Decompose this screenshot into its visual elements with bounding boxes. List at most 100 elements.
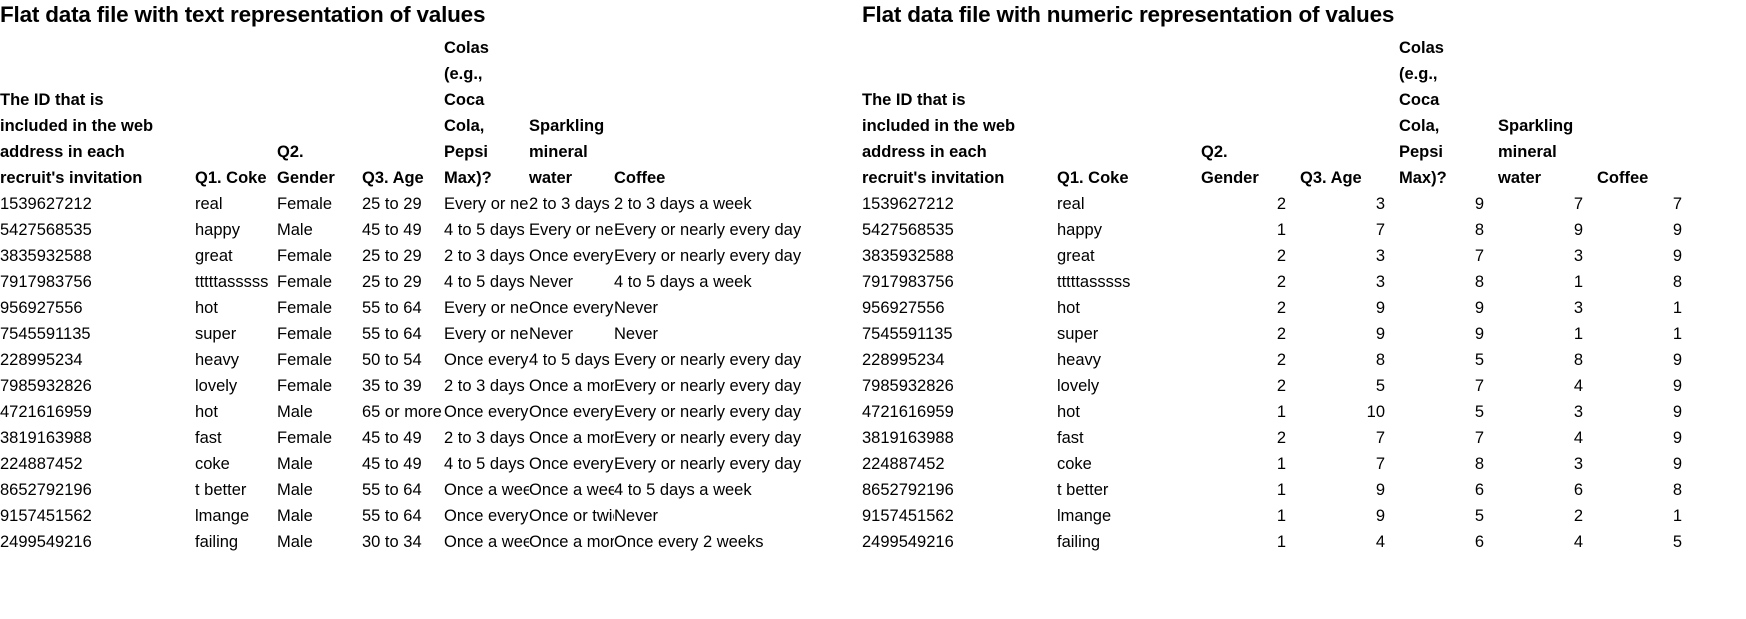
table-cell[interactable]: Once every 2 weeks [529, 295, 614, 321]
table-cell[interactable]: Every or nearly every day [614, 399, 872, 425]
table-cell[interactable]: 9 [1597, 399, 1696, 425]
table-cell[interactable]: 4 to 5 days a week [614, 477, 872, 503]
table-cell[interactable]: real [195, 191, 277, 217]
table-cell[interactable]: 8 [1300, 347, 1399, 373]
table-cell[interactable]: 7 [1399, 373, 1498, 399]
table-cell[interactable]: 8652792196 [0, 477, 195, 503]
table-row[interactable]: 3835932588 great Female 25 to 29 2 to 3 days… [0, 243, 872, 269]
table-cell[interactable]: 2499549216 [862, 529, 1057, 555]
table-row[interactable]: 7545591135 super 2 9 9 1 1 [862, 321, 1696, 347]
table-cell[interactable]: super [195, 321, 277, 347]
table-cell[interactable]: 3 [1498, 295, 1597, 321]
table-cell[interactable]: 9 [1597, 373, 1696, 399]
table-cell[interactable]: great [1057, 243, 1201, 269]
table-cell[interactable]: 6 [1399, 477, 1498, 503]
table-cell[interactable]: 224887452 [862, 451, 1057, 477]
table-cell[interactable]: 9 [1498, 217, 1597, 243]
table-cell[interactable]: 1 [1201, 451, 1300, 477]
table-cell[interactable]: 6 [1498, 477, 1597, 503]
table-cell[interactable]: 9 [1300, 321, 1399, 347]
table-cell[interactable]: Never [614, 321, 872, 347]
table-cell[interactable]: 2 [1201, 425, 1300, 451]
table-cell[interactable]: Once a month [529, 373, 614, 399]
table-cell[interactable]: Every or nearly every day [444, 191, 529, 217]
table-cell[interactable]: 2 to 3 days a week [614, 191, 872, 217]
table-cell[interactable]: 4 to 5 days a week [444, 217, 529, 243]
table-cell[interactable]: 2499549216 [0, 529, 195, 555]
table-cell[interactable]: 2 to 3 days a week [444, 373, 529, 399]
table-cell[interactable]: Every or nearly every day [614, 217, 872, 243]
table-cell[interactable]: 2 [1201, 347, 1300, 373]
table-cell[interactable]: 3835932588 [862, 243, 1057, 269]
table-cell[interactable]: 1 [1498, 321, 1597, 347]
table-cell[interactable]: lovely [1057, 373, 1201, 399]
table-row[interactable]: 8652792196 t better 1 9 6 6 8 [862, 477, 1696, 503]
table-cell[interactable]: 7 [1399, 425, 1498, 451]
table-cell[interactable]: 956927556 [862, 295, 1057, 321]
table-cell[interactable]: 3 [1300, 243, 1399, 269]
table-cell[interactable]: 9157451562 [862, 503, 1057, 529]
table-cell[interactable]: 5 [1399, 399, 1498, 425]
table-cell[interactable]: 25 to 29 [362, 191, 444, 217]
table-cell[interactable]: 4 to 5 days a week [529, 347, 614, 373]
table-cell[interactable]: 9 [1597, 217, 1696, 243]
table-cell[interactable]: 1 [1597, 321, 1696, 347]
table-cell[interactable]: 228995234 [862, 347, 1057, 373]
table-row[interactable]: 956927556 hot 2 9 9 3 1 [862, 295, 1696, 321]
table-row[interactable]: 7917983756 tttttasssss Female 25 to 29 4 to … [0, 269, 872, 295]
table-cell[interactable]: Female [277, 295, 362, 321]
table-cell[interactable]: 45 to 49 [362, 217, 444, 243]
table-cell[interactable]: 7 [1300, 451, 1399, 477]
table-row[interactable]: 4721616959 hot 1 10 5 3 9 [862, 399, 1696, 425]
table-cell[interactable]: t better [1057, 477, 1201, 503]
table-cell[interactable]: 7985932826 [0, 373, 195, 399]
table-cell[interactable]: Once a month [529, 529, 614, 555]
table-cell[interactable]: Once every 2 weeks [614, 529, 872, 555]
table-cell[interactable]: 4721616959 [0, 399, 195, 425]
table-row[interactable]: 224887452 coke 1 7 8 3 9 [862, 451, 1696, 477]
table-cell[interactable]: 228995234 [0, 347, 195, 373]
table-row[interactable]: 7985932826 lovely Female 35 to 39 2 to 3 day… [0, 373, 872, 399]
table-cell[interactable]: hot [1057, 295, 1201, 321]
table-cell[interactable]: Male [277, 399, 362, 425]
table-cell[interactable]: 35 to 39 [362, 373, 444, 399]
table-cell[interactable]: Every or nearly every day [444, 321, 529, 347]
table-cell[interactable]: 7917983756 [0, 269, 195, 295]
table-cell[interactable]: 4 [1498, 373, 1597, 399]
table-cell[interactable]: tttttasssss [195, 269, 277, 295]
table-cell[interactable]: Once a month [529, 425, 614, 451]
table-cell[interactable]: 1 [1498, 269, 1597, 295]
table-cell[interactable]: 4 [1300, 529, 1399, 555]
table-cell[interactable]: 5427568535 [0, 217, 195, 243]
table-cell[interactable]: 2 [1201, 269, 1300, 295]
table-cell[interactable]: 10 [1300, 399, 1399, 425]
table-cell[interactable]: lovely [195, 373, 277, 399]
table-cell[interactable]: 3 [1498, 451, 1597, 477]
table-cell[interactable]: 8 [1498, 347, 1597, 373]
table-cell[interactable]: 50 to 54 [362, 347, 444, 373]
table-cell[interactable]: Once every 2 weeks [444, 503, 529, 529]
table-cell[interactable]: happy [195, 217, 277, 243]
table-cell[interactable]: 9 [1597, 451, 1696, 477]
table-cell[interactable]: Female [277, 191, 362, 217]
table-cell[interactable]: Female [277, 425, 362, 451]
table-cell[interactable]: 1539627212 [0, 191, 195, 217]
table-cell[interactable]: Male [277, 217, 362, 243]
table-cell[interactable]: 4721616959 [862, 399, 1057, 425]
table-cell[interactable]: 7 [1597, 191, 1696, 217]
table-cell[interactable]: Once a week [444, 477, 529, 503]
table-cell[interactable]: 45 to 49 [362, 451, 444, 477]
table-cell[interactable]: Male [277, 477, 362, 503]
table-cell[interactable]: Male [277, 451, 362, 477]
table-cell[interactable]: 9 [1300, 503, 1399, 529]
table-cell[interactable]: 5427568535 [862, 217, 1057, 243]
table-cell[interactable]: Every or nearly every day [614, 425, 872, 451]
table-row[interactable]: 7985932826 lovely 2 5 7 4 9 [862, 373, 1696, 399]
table-cell[interactable]: 9 [1300, 295, 1399, 321]
table-cell[interactable]: 2 to 3 days a week [444, 425, 529, 451]
table-cell[interactable]: 9 [1300, 477, 1399, 503]
table-cell[interactable]: 9157451562 [0, 503, 195, 529]
table-cell[interactable]: 8 [1399, 217, 1498, 243]
table-row[interactable]: 9157451562 lmange 1 9 5 2 1 [862, 503, 1696, 529]
table-row[interactable]: 7917983756 tttttasssss 2 3 8 1 8 [862, 269, 1696, 295]
